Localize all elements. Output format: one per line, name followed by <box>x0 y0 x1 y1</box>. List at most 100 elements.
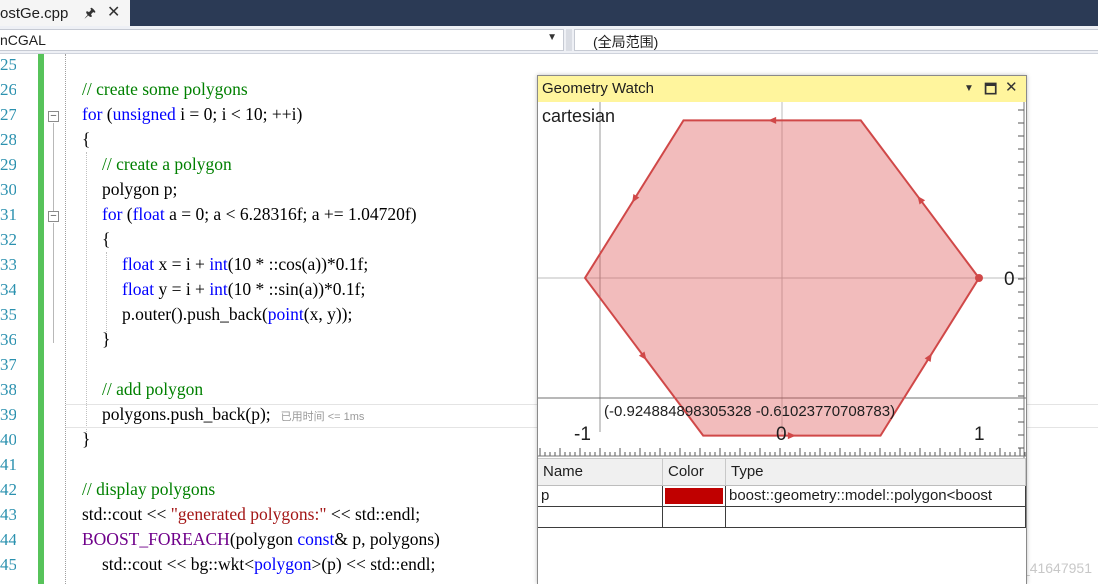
scope-value: nCGAL <box>0 32 46 48</box>
code-line: float x = i + int(10 * ::cos(a))*0.1f; <box>122 252 368 277</box>
code-token: float <box>132 204 165 224</box>
geometry-plot[interactable]: cartesian (-0.924884898305328 -0.6102377… <box>538 102 1026 458</box>
change-tracking-bar <box>38 54 44 584</box>
chevron-down-icon[interactable]: ▼ <box>547 32 557 43</box>
code-token: // display polygons <box>82 479 216 499</box>
line-number: 32 <box>0 230 16 249</box>
line-number: 41 <box>0 455 16 474</box>
code-token: int <box>209 254 228 274</box>
code-token: { <box>102 229 111 249</box>
maximize-icon[interactable]: 🗖︎ <box>984 79 997 103</box>
empty-color-cell[interactable] <box>663 507 726 528</box>
geometry-list-table: Name Color Type p boost::geometry::model… <box>538 458 1026 584</box>
row-name-cell[interactable]: p <box>538 486 663 507</box>
column-header-name[interactable]: Name <box>538 458 663 486</box>
code-line: // display polygons <box>82 477 215 502</box>
code-token: a = 0; a < 6.28316f; a += 1.04720f) <box>164 204 417 224</box>
code-line: { <box>102 227 110 252</box>
code-token: const <box>297 529 335 549</box>
line-number: 43 <box>0 505 16 524</box>
fold-line <box>53 223 54 343</box>
code-token: BOOST_FOREACH <box>82 529 230 549</box>
line-number: 40 <box>0 430 16 449</box>
line-number: 28 <box>0 130 16 149</box>
document-tab-strip: ostGe.cpp 🖈︎ ✕ <box>0 0 1098 26</box>
code-line: polygon p; <box>102 177 177 202</box>
code-line: polygons.push_back(p); 已用时间 <= 1ms <box>102 402 364 427</box>
code-token: polygon <box>254 554 312 574</box>
tab-document[interactable]: ostGe.cpp 🖈︎ ✕ <box>0 0 130 26</box>
perf-tip: 已用时间 <= 1ms <box>280 411 365 423</box>
row-type-cell[interactable]: boost::geometry::model::polygon<boost <box>726 486 1026 507</box>
code-token: (polygon <box>229 529 298 549</box>
code-token: // create some polygons <box>82 79 248 99</box>
fold-margin-guide <box>65 54 66 584</box>
code-line: std::cout << "generated polygons:" << st… <box>82 502 420 527</box>
close-icon[interactable]: ✕ <box>107 2 120 22</box>
line-number: 36 <box>0 330 16 349</box>
code-line: // create some polygons <box>82 77 248 102</box>
indent-guide <box>86 152 87 442</box>
polygon-p-shape <box>583 119 981 437</box>
code-line: } <box>102 327 110 352</box>
code-token: >(p) << std::endl; <box>311 554 436 574</box>
color-swatch <box>665 488 723 504</box>
bottom-ruler-ticks <box>539 448 1026 456</box>
code-token: (10 * ::sin(a))*0.1f; <box>227 279 366 299</box>
row-color-cell[interactable] <box>663 486 726 507</box>
line-number: 25 <box>0 55 16 74</box>
column-header-type[interactable]: Type <box>726 458 1026 486</box>
line-number: 34 <box>0 280 16 299</box>
line-number: 33 <box>0 255 16 274</box>
code-token: // add polygon <box>102 379 204 399</box>
line-number: 38 <box>0 380 16 399</box>
code-line: // add polygon <box>102 377 203 402</box>
line-number: 45 <box>0 555 16 574</box>
pin-icon[interactable]: 🖈︎ <box>84 4 96 26</box>
code-token: float <box>122 254 155 274</box>
dropdown-icon[interactable]: ▼ <box>964 83 974 94</box>
code-token: (10 * ::cos(a))*0.1f; <box>227 254 369 274</box>
x-tick-label: 1 <box>974 424 985 445</box>
code-token: ( <box>102 104 113 124</box>
code-line: p.outer().push_back(point(x, y)); <box>122 302 352 327</box>
line-number: 30 <box>0 180 16 199</box>
geometry-watch-titlebar[interactable]: Geometry Watch ▼ 🗖︎ ✕ <box>538 76 1026 102</box>
window-title: Geometry Watch <box>542 80 654 97</box>
empty-type-cell[interactable] <box>726 507 1026 528</box>
navbar-splitter[interactable] <box>566 29 572 51</box>
code-token: } <box>82 429 91 449</box>
line-number: 37 <box>0 355 16 374</box>
tab-label: ostGe.cpp <box>0 4 69 22</box>
code-line: } <box>82 427 90 452</box>
column-header-color[interactable]: Color <box>663 458 726 486</box>
navigation-bar: nCGAL ▼ (全局范围) <box>0 26 1098 54</box>
code-token: { <box>82 129 91 149</box>
fold-line <box>53 123 54 211</box>
code-line: for (unsigned i = 0; i < 10; ++i) <box>82 102 302 127</box>
code-token: "generated polygons:" <box>170 504 327 524</box>
collapse-icon[interactable]: − <box>48 111 59 122</box>
code-line: float y = i + int(10 * ::sin(a))*0.1f; <box>122 277 365 302</box>
code-line: for (float a = 0; a < 6.28316f; a += 1.0… <box>102 202 417 227</box>
geometry-watch-window[interactable]: Geometry Watch ▼ 🗖︎ ✕ cartesian (-0.9248… <box>537 75 1027 584</box>
code-token: // create a polygon <box>102 154 232 174</box>
code-token: for <box>82 104 103 124</box>
code-token: polygon p; <box>102 179 178 199</box>
line-number-gutter: 25 26 27 28 29 30 31 32 33 34 35 36 37 38 39 40 41 42 43 44… <box>0 54 36 584</box>
scope-dropdown[interactable]: nCGAL ▼ <box>0 29 564 51</box>
code-token: } <box>102 329 111 349</box>
line-number: 42 <box>0 480 16 499</box>
member-dropdown[interactable]: (全局范围) <box>574 29 1098 51</box>
code-token: ( <box>122 204 133 224</box>
collapse-icon[interactable]: − <box>48 211 59 222</box>
code-token: (x, y)); <box>303 304 353 324</box>
empty-name-cell[interactable] <box>538 507 663 528</box>
line-number: 44 <box>0 530 16 549</box>
right-ruler-ticks <box>1018 109 1024 449</box>
cursor-readout: (-0.924884898305328 -0.61023770708783) <box>604 403 895 420</box>
line-number: 31 <box>0 205 16 224</box>
code-token: std::cout << bg::wkt< <box>102 554 255 574</box>
close-icon[interactable]: ✕ <box>1005 78 1018 96</box>
line-number: 26 <box>0 80 16 99</box>
